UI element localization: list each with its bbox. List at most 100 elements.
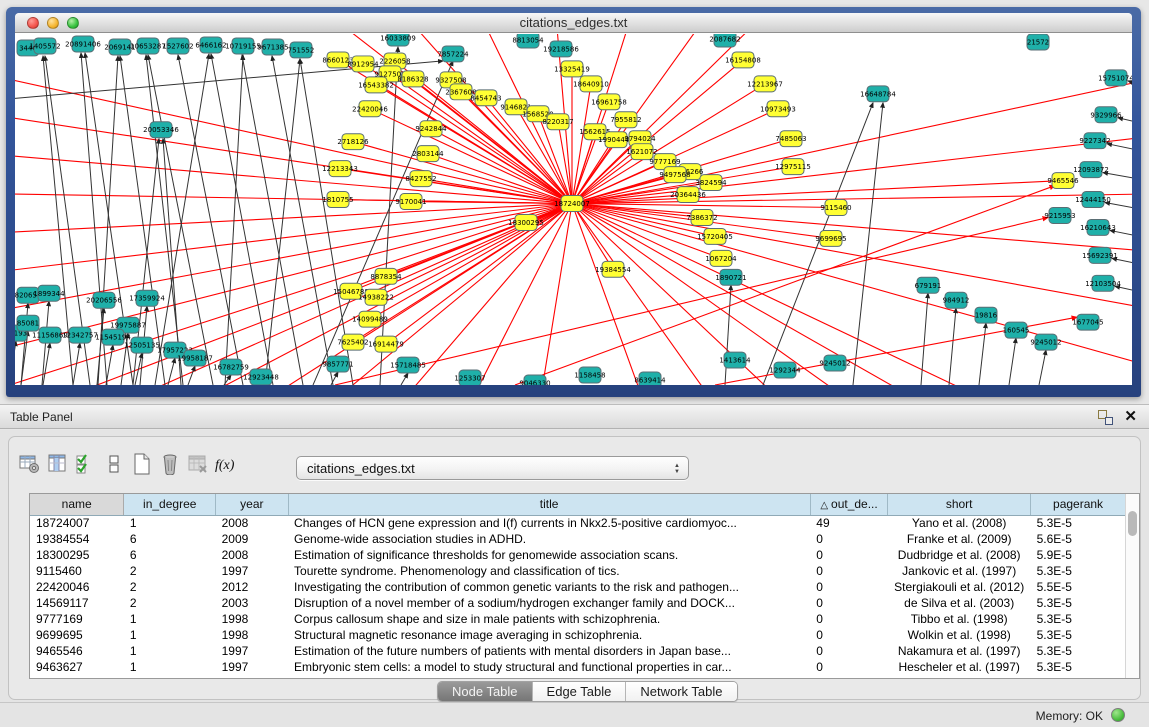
delete-column-icon[interactable] — [185, 452, 211, 476]
network-node[interactable]: 7857224 — [437, 46, 469, 62]
create-table-settings-icon[interactable] — [17, 452, 43, 476]
table-cell-out_degree[interactable]: 0 — [810, 611, 888, 627]
column-header-name[interactable]: name — [30, 494, 124, 515]
network-node[interactable]: 679191 — [915, 277, 942, 293]
network-node-selected[interactable]: 7386372 — [686, 210, 717, 226]
network-node[interactable]: 9329966 — [1090, 107, 1121, 123]
table-cell-year[interactable]: 1997 — [216, 563, 288, 579]
table-cell-short[interactable]: Nakamura et al. (1997) — [888, 643, 1031, 659]
table-cell-out_degree[interactable]: 0 — [810, 643, 888, 659]
network-node[interactable]: 16033809 — [380, 34, 416, 46]
float-panel-icon[interactable] — [1098, 410, 1113, 425]
column-header-out_degree[interactable]: △out_de... — [810, 494, 888, 515]
table-cell-name[interactable]: 18724007 — [30, 515, 124, 531]
network-node[interactable]: 8813054 — [512, 34, 544, 48]
network-edge[interactable] — [401, 373, 408, 385]
network-edge[interactable] — [272, 56, 333, 385]
table-cell-pagerank[interactable]: 5.5E-5 — [1031, 579, 1126, 595]
close-panel-icon[interactable]: ✕ — [1124, 407, 1137, 425]
network-node[interactable]: 10719155 — [225, 38, 261, 54]
table-cell-short[interactable]: Yano et al. (2008) — [888, 515, 1031, 531]
table-cell-in_degree[interactable]: 1 — [124, 627, 216, 643]
table-cell-pagerank[interactable]: 5.3E-5 — [1031, 627, 1126, 643]
network-node[interactable]: 12093872 — [1073, 162, 1109, 178]
network-node[interactable]: 15751074 — [1098, 70, 1132, 86]
table-row[interactable]: 946554611997Estimation of the future num… — [30, 643, 1126, 659]
delete-table-icon[interactable] — [157, 452, 183, 476]
network-node-selected[interactable]: 8427552 — [405, 171, 436, 187]
network-node[interactable]: 12444150 — [1075, 192, 1111, 208]
table-cell-pagerank[interactable]: 5.3E-5 — [1031, 659, 1126, 675]
network-node-selected[interactable]: 9699695 — [815, 230, 846, 246]
network-node[interactable]: 12103504 — [1085, 275, 1121, 291]
table-cell-short[interactable]: Franke et al. (2009) — [888, 531, 1031, 547]
table-cell-in_degree[interactable]: 6 — [124, 547, 216, 563]
table-cell-year[interactable]: 1997 — [216, 643, 288, 659]
table-cell-name[interactable]: 14569117 — [30, 595, 124, 611]
network-node[interactable]: 1292344 — [769, 362, 801, 378]
table-cell-name[interactable]: 9463627 — [30, 659, 124, 675]
network-node-selected[interactable]: 1810755 — [322, 192, 353, 208]
table-cell-name[interactable]: 9115460 — [30, 563, 124, 579]
network-node[interactable]: 9215953 — [1044, 208, 1075, 224]
network-node-selected[interactable]: 3824594 — [695, 175, 727, 191]
table-cell-pagerank[interactable]: 5.9E-5 — [1031, 547, 1126, 563]
table-row[interactable]: 2242004622012Investigating the contribut… — [30, 579, 1126, 595]
network-node[interactable]: 85081 — [17, 315, 39, 331]
network-node[interactable]: 984912 — [943, 292, 970, 308]
column-header-title[interactable]: title — [288, 494, 810, 515]
table-cell-title[interactable]: Estimation of the future numbers of pati… — [288, 643, 810, 659]
network-node[interactable]: 16648784 — [860, 86, 896, 102]
network-edge[interactable] — [15, 204, 572, 274]
network-node-selected[interactable]: 8454743 — [470, 90, 501, 106]
network-node[interactable]: 15692391 — [1082, 247, 1118, 263]
network-node-selected[interactable]: 15720405 — [697, 228, 733, 244]
table-cell-year[interactable]: 1998 — [216, 627, 288, 643]
network-edge[interactable] — [725, 285, 731, 385]
table-cell-short[interactable]: Tibbo et al. (1998) — [888, 611, 1031, 627]
network-canvas[interactable]: 3440140557220891406206914110653287152760… — [15, 34, 1132, 385]
clear-selection-icon[interactable] — [101, 452, 127, 476]
network-edge[interactable] — [455, 204, 572, 385]
network-node[interactable]: 1527602 — [162, 38, 193, 54]
tab-node-table[interactable]: Node Table — [438, 682, 533, 701]
table-cell-name[interactable]: 9699695 — [30, 627, 124, 643]
network-node-selected[interactable]: 16154808 — [725, 52, 761, 68]
network-edge[interactable] — [1009, 338, 1016, 385]
network-edge[interactable] — [572, 204, 655, 385]
table-row[interactable]: 1830029562008Estimation of significance … — [30, 547, 1126, 563]
network-node[interactable]: 9857771 — [322, 356, 353, 372]
network-node[interactable]: 21572 — [1027, 34, 1049, 50]
table-row[interactable]: 1938455462009Genome-wide association stu… — [30, 531, 1126, 547]
network-node[interactable]: 160545 — [1003, 322, 1030, 338]
network-node-selected[interactable]: 9465546 — [1047, 173, 1078, 189]
network-node[interactable]: 751552 — [288, 42, 315, 58]
network-edge[interactable] — [1118, 118, 1132, 129]
network-edge[interactable] — [1105, 203, 1132, 214]
network-edge[interactable] — [572, 84, 591, 204]
table-cell-in_degree[interactable]: 1 — [124, 659, 216, 675]
table-cell-year[interactable]: 1998 — [216, 611, 288, 627]
table-cell-title[interactable]: Structural magnetic resonance image aver… — [288, 627, 810, 643]
table-cell-short[interactable]: de Silva et al. (2003) — [888, 595, 1031, 611]
network-node-selected[interactable]: 2718126 — [337, 134, 368, 150]
network-edge[interactable] — [380, 47, 398, 385]
network-node[interactable]: 20206556 — [86, 292, 122, 308]
table-cell-title[interactable]: Corpus callosum shape and size in male p… — [288, 611, 810, 627]
network-edge[interactable] — [97, 308, 104, 385]
network-edge[interactable] — [1039, 350, 1046, 385]
network-node[interactable]: 8639414 — [634, 372, 666, 385]
network-node[interactable]: 1677045 — [1072, 314, 1103, 330]
network-edge[interactable] — [949, 308, 956, 385]
network-edge[interactable] — [188, 366, 195, 385]
network-node-selected[interactable]: 12975115 — [775, 159, 811, 175]
network-edge[interactable] — [155, 54, 209, 385]
table-cell-in_degree[interactable]: 2 — [124, 579, 216, 595]
network-edge[interactable] — [1110, 230, 1132, 241]
network-edge[interactable] — [853, 103, 883, 385]
table-cell-name[interactable]: 19384554 — [30, 531, 124, 547]
table-cell-out_degree[interactable]: 0 — [810, 563, 888, 579]
table-cell-pagerank[interactable]: 5.3E-5 — [1031, 611, 1126, 627]
table-cell-out_degree[interactable]: 49 — [810, 515, 888, 531]
network-node-selected[interactable]: 7955812 — [610, 112, 641, 128]
